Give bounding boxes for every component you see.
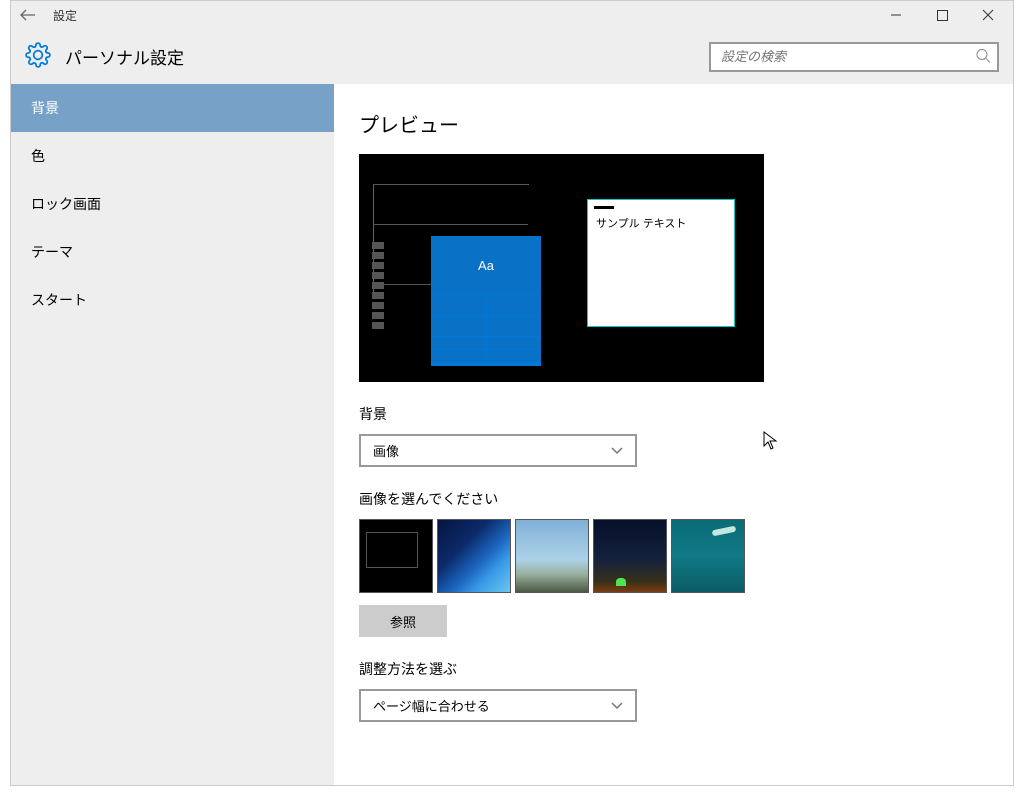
preview-sample-text: サンプル テキスト: [588, 215, 734, 231]
preview-tiles: Aa: [431, 236, 541, 366]
fit-dropdown-value: ページ幅に合わせる: [373, 696, 490, 715]
sidebar-item-start[interactable]: スタート: [11, 276, 334, 324]
background-label: 背景: [359, 404, 988, 424]
wallpaper-thumb[interactable]: [437, 519, 511, 593]
background-dropdown-value: 画像: [373, 441, 399, 460]
minimize-icon: [890, 9, 902, 21]
settings-window: 設定 パーソナル設定 背景 色 ロック画面: [10, 0, 1014, 786]
maximize-button[interactable]: [919, 1, 965, 29]
page-title: パーソナル設定: [65, 44, 184, 69]
preview-tile: Aa: [431, 236, 541, 294]
search-icon: [975, 47, 991, 66]
titlebar: 設定: [11, 1, 1013, 29]
image-thumbnails: [359, 519, 988, 593]
chevron-down-icon: [611, 698, 623, 713]
wallpaper-thumb[interactable]: [671, 519, 745, 593]
maximize-icon: [937, 10, 948, 21]
minimize-button[interactable]: [873, 1, 919, 29]
chevron-down-icon: [611, 443, 623, 458]
wallpaper-thumb[interactable]: [515, 519, 589, 593]
wallpaper-thumb[interactable]: [359, 519, 433, 593]
arrow-left-icon: [20, 9, 36, 21]
back-button[interactable]: [13, 1, 43, 29]
choose-image-label: 画像を選んでください: [359, 489, 988, 509]
background-dropdown[interactable]: 画像: [359, 434, 637, 467]
search-input[interactable]: [709, 42, 999, 72]
sidebar-item-lockscreen[interactable]: ロック画面: [11, 180, 334, 228]
sidebar-item-colors[interactable]: 色: [11, 132, 334, 180]
sidebar: 背景 色 ロック画面 テーマ スタート: [11, 84, 334, 785]
fit-label: 調整方法を選ぶ: [359, 659, 988, 679]
preview-sample-bar: [594, 206, 614, 209]
preview-sample-window: サンプル テキスト: [587, 199, 735, 327]
sidebar-item-background[interactable]: 背景: [11, 84, 334, 132]
mouse-cursor-icon: [763, 431, 779, 456]
content: プレビュー Aa サ: [334, 84, 1013, 785]
gear-icon: [25, 42, 51, 71]
fit-dropdown[interactable]: ページ幅に合わせる: [359, 689, 637, 722]
close-button[interactable]: [965, 1, 1011, 29]
search-wrap: [709, 42, 999, 72]
preview-taskbar-graphic: [362, 242, 384, 332]
preview-heading: プレビュー: [359, 109, 988, 138]
wallpaper-thumb[interactable]: [593, 519, 667, 593]
sidebar-item-themes[interactable]: テーマ: [11, 228, 334, 276]
window-title: 設定: [53, 7, 873, 24]
browse-button[interactable]: 参照: [359, 605, 447, 637]
header: パーソナル設定: [11, 29, 1013, 84]
close-icon: [982, 9, 994, 21]
preview-box: Aa サンプル テキスト: [359, 154, 764, 382]
